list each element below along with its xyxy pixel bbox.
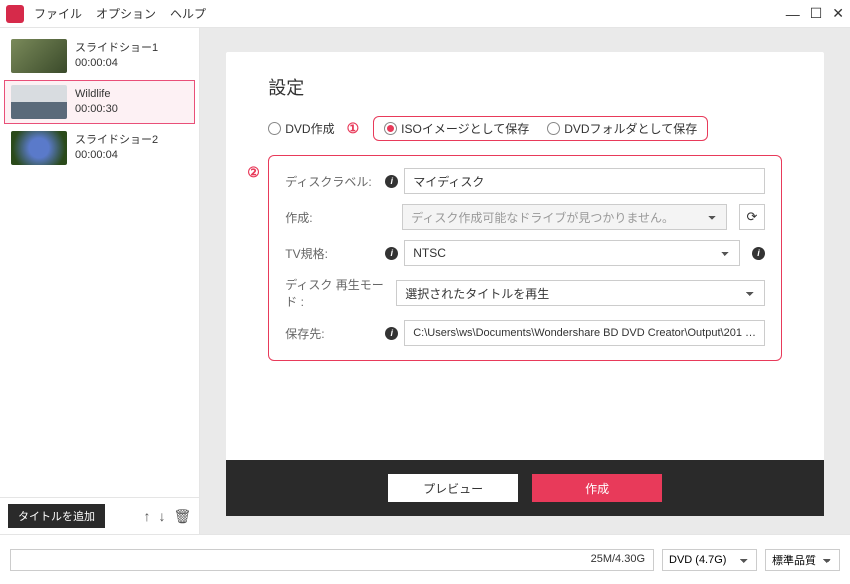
panel-footer: プレビュー 作成	[226, 460, 824, 516]
radio-folder[interactable]: DVDフォルダとして保存	[547, 120, 697, 137]
media-duration: 00:00:30	[75, 102, 118, 117]
menu-options[interactable]: オプション	[96, 5, 156, 22]
radio-label: DVD作成	[285, 120, 334, 137]
media-item[interactable]: スライドショー1 00:00:04	[4, 34, 195, 78]
output-type-row: DVD作成 ① ISOイメージとして保存 DVDフォルダとして保存	[268, 116, 782, 141]
media-duration: 00:00:04	[75, 148, 158, 163]
thumbnail	[11, 39, 67, 73]
info-icon[interactable]: i	[752, 247, 765, 260]
menu-help[interactable]: ヘルプ	[170, 5, 206, 22]
label-disc-label: ディスクラベル:	[285, 173, 377, 190]
drive-select	[402, 204, 727, 230]
titlebar: ファイル オプション ヘルプ — ☐ ✕	[0, 0, 850, 28]
move-down-icon[interactable]: ↓	[158, 508, 165, 525]
minimize-icon[interactable]: —	[786, 6, 800, 22]
settings-form: ② ディスクラベル: i 作成: ⟳	[268, 155, 782, 361]
window-controls: — ☐ ✕	[786, 5, 844, 22]
media-title: スライドショー1	[75, 41, 158, 56]
add-title-button[interactable]: タイトルを追加	[8, 504, 105, 528]
sidebar: スライドショー1 00:00:04 Wildlife 00:00:30 スライド…	[0, 28, 200, 534]
media-duration: 00:00:04	[75, 56, 158, 71]
thumbnail	[11, 85, 67, 119]
statusbar: 25M/4.30G	[0, 534, 850, 584]
disc-label-input[interactable]	[404, 168, 765, 194]
label-create: 作成:	[285, 209, 377, 226]
content-area: 設定 DVD作成 ① ISOイメージとして保存 D	[200, 28, 850, 534]
size-progress: 25M/4.30G	[10, 549, 654, 571]
info-icon[interactable]: i	[385, 175, 398, 188]
maximize-icon[interactable]: ☐	[810, 5, 823, 22]
move-up-icon[interactable]: ↑	[143, 508, 150, 525]
sidebar-bottom: タイトルを追加 ↑ ↓ 🗑	[0, 497, 199, 534]
thumbnail	[11, 131, 67, 165]
radio-dvd[interactable]: DVD作成	[268, 120, 334, 137]
media-meta: スライドショー1 00:00:04	[75, 41, 158, 72]
refresh-button[interactable]: ⟳	[739, 204, 765, 230]
disc-type-select[interactable]	[662, 549, 757, 571]
radio-label: ISOイメージとして保存	[401, 120, 529, 137]
media-title: Wildlife	[75, 87, 118, 102]
info-icon[interactable]: i	[385, 247, 398, 260]
settings-title: 設定	[268, 74, 782, 100]
radio-icon	[547, 122, 560, 135]
preview-button[interactable]: プレビュー	[388, 474, 518, 502]
media-item[interactable]: スライドショー2 00:00:04	[4, 126, 195, 170]
label-destination: 保存先:	[285, 325, 377, 342]
tv-standard-select[interactable]	[404, 240, 740, 266]
menubar: ファイル オプション ヘルプ	[34, 5, 206, 22]
close-icon[interactable]: ✕	[832, 5, 844, 22]
destination-path[interactable]: C:\Users\ws\Documents\Wondershare BD DVD…	[404, 320, 765, 346]
app-icon	[6, 5, 24, 23]
quality-select[interactable]	[765, 549, 840, 571]
label-tv: TV規格:	[285, 245, 377, 262]
callout-1: ①	[347, 120, 360, 137]
radio-icon	[268, 122, 281, 135]
info-icon[interactable]: i	[385, 327, 398, 340]
refresh-icon: ⟳	[747, 209, 758, 225]
delete-icon[interactable]: 🗑	[173, 508, 191, 525]
output-type-highlight: ISOイメージとして保存 DVDフォルダとして保存	[373, 116, 708, 141]
size-label: 25M/4.30G	[591, 553, 645, 565]
media-list: スライドショー1 00:00:04 Wildlife 00:00:30 スライド…	[0, 28, 199, 497]
create-button[interactable]: 作成	[532, 474, 662, 502]
media-meta: スライドショー2 00:00:04	[75, 133, 158, 164]
radio-iso[interactable]: ISOイメージとして保存	[384, 120, 529, 137]
menu-file[interactable]: ファイル	[34, 5, 82, 22]
media-meta: Wildlife 00:00:30	[75, 87, 118, 118]
settings-panel: 設定 DVD作成 ① ISOイメージとして保存 D	[226, 52, 824, 516]
radio-label: DVDフォルダとして保存	[564, 120, 697, 137]
callout-2: ②	[247, 164, 260, 181]
radio-icon	[384, 122, 397, 135]
sidebar-actions: ↑ ↓ 🗑	[143, 508, 191, 525]
play-mode-select[interactable]	[396, 280, 765, 306]
media-item[interactable]: Wildlife 00:00:30	[4, 80, 195, 124]
media-title: スライドショー2	[75, 133, 158, 148]
label-play-mode: ディスク 再生モード :	[285, 276, 390, 310]
